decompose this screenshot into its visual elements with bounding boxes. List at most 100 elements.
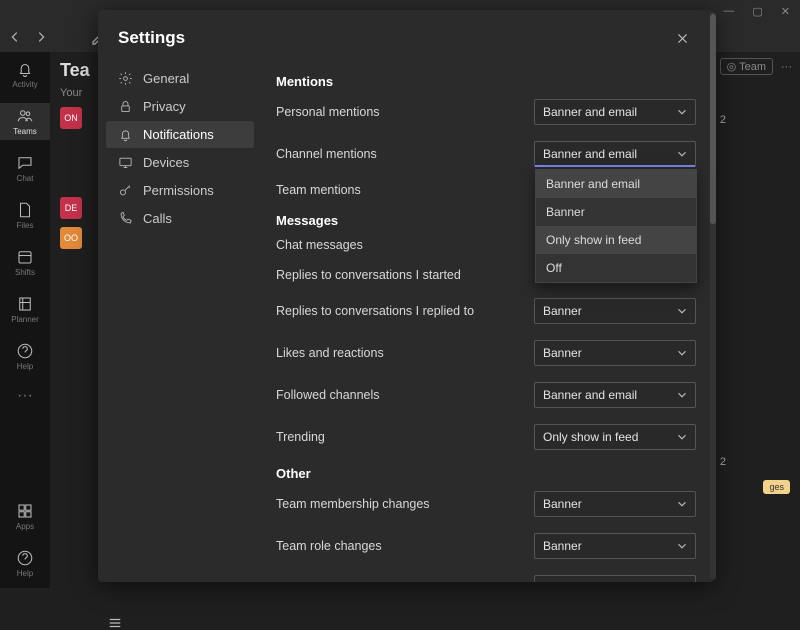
planner-icon xyxy=(16,295,34,313)
setting-label: Personal mentions xyxy=(276,105,380,119)
settings-content: Mentions Personal mentions Banner and em… xyxy=(262,58,714,582)
chevron-down-icon xyxy=(675,105,689,119)
key-icon xyxy=(118,183,133,198)
files-icon xyxy=(16,201,34,219)
category-label: Devices xyxy=(143,155,189,170)
rail-label: Shifts xyxy=(15,268,35,277)
rail-teams[interactable]: Teams xyxy=(0,103,50,140)
category-notifications[interactable]: Notifications xyxy=(106,121,254,148)
section-heading-other: Other xyxy=(276,466,696,481)
category-permissions[interactable]: Permissions xyxy=(106,177,254,204)
select-personal-mentions[interactable]: Banner and email xyxy=(534,99,696,125)
dialog-scrollbar[interactable] xyxy=(710,12,716,580)
category-devices[interactable]: Devices xyxy=(106,149,254,176)
help-icon xyxy=(16,342,34,360)
rail-more[interactable]: ··· xyxy=(17,387,33,405)
select-membership[interactable]: Banner xyxy=(534,491,696,517)
setting-label: Replies to conversations I replied to xyxy=(276,304,474,318)
setting-label: Trending xyxy=(276,430,325,444)
category-calls[interactable]: Calls xyxy=(106,205,254,232)
rail-label: Activity xyxy=(12,80,37,89)
nav-forward-icon[interactable] xyxy=(34,30,48,44)
category-general[interactable]: General xyxy=(106,65,254,92)
category-label: Permissions xyxy=(143,183,214,198)
rail-label: Files xyxy=(17,221,34,230)
dialog-header: Settings xyxy=(98,10,714,58)
apps-icon xyxy=(16,502,34,520)
select-value: Banner xyxy=(543,304,582,318)
setting-label: Followed channels xyxy=(276,388,380,402)
team-chip[interactable]: DE xyxy=(60,197,82,219)
setting-label: Team membership changes xyxy=(276,497,430,511)
app-left-rail: Activity Teams Chat Files Shifts Planner… xyxy=(0,52,50,588)
category-label: Notifications xyxy=(143,127,214,142)
lock-icon xyxy=(118,99,133,114)
section-heading-mentions: Mentions xyxy=(276,74,696,89)
chevron-down-icon xyxy=(675,539,689,553)
rail-apps[interactable]: Apps xyxy=(0,498,50,535)
select-sounds[interactable]: Call, mention and chat xyxy=(534,575,696,582)
monitor-icon xyxy=(118,155,133,170)
more-icon[interactable]: ··· xyxy=(781,61,792,73)
bell-icon xyxy=(16,60,34,78)
select-value: Banner xyxy=(543,346,582,360)
dropdown-option[interactable]: Banner xyxy=(536,198,696,226)
chevron-down-icon xyxy=(675,147,689,161)
team-chip[interactable]: OO xyxy=(60,227,82,249)
rail-planner[interactable]: Planner xyxy=(0,291,50,328)
setting-label: Team role changes xyxy=(276,539,382,553)
setting-label: Team mentions xyxy=(276,183,361,197)
dropdown-channel-mentions: Banner and email Banner Only show in fee… xyxy=(535,169,697,283)
close-button[interactable] xyxy=(670,26,694,50)
category-label: General xyxy=(143,71,189,86)
hamburger-icon[interactable] xyxy=(108,616,122,630)
close-icon xyxy=(676,32,689,45)
count-badge: 2 xyxy=(720,456,726,468)
rail-activity[interactable]: Activity xyxy=(0,56,50,93)
dropdown-option[interactable]: Banner and email xyxy=(536,170,696,198)
chevron-down-icon xyxy=(675,346,689,360)
rail-help[interactable]: Help xyxy=(0,545,50,582)
shifts-icon xyxy=(16,248,34,266)
window-minimize[interactable]: — xyxy=(723,5,734,17)
settings-categories: General Privacy Notifications Devices Pe… xyxy=(98,58,262,582)
team-pill[interactable]: ◎ Team xyxy=(720,58,773,75)
phone-icon xyxy=(118,211,133,226)
select-value: Banner and email xyxy=(543,147,637,161)
rail-files[interactable]: Files xyxy=(0,197,50,234)
select-replies-replied[interactable]: Banner xyxy=(534,298,696,324)
rail-shifts[interactable]: Shifts xyxy=(0,244,50,281)
window-close[interactable]: ✕ xyxy=(781,5,790,18)
select-value: Banner and email xyxy=(543,105,637,119)
chevron-down-icon xyxy=(675,581,689,582)
setting-label: Channel mentions xyxy=(276,147,377,161)
setting-row-personal-mentions: Personal mentions Banner and email xyxy=(276,99,696,125)
select-role[interactable]: Banner xyxy=(534,533,696,559)
rail-label: Planner xyxy=(11,315,39,324)
nav-back-icon[interactable] xyxy=(8,30,22,44)
rail-label: Teams xyxy=(13,127,37,136)
select-trending[interactable]: Only show in feed xyxy=(534,424,696,450)
select-followed[interactable]: Banner and email xyxy=(534,382,696,408)
select-value: Banner xyxy=(543,539,582,553)
help-icon xyxy=(16,549,34,567)
setting-label: Notification sounds xyxy=(276,581,382,582)
rail-help-mid[interactable]: Help xyxy=(0,338,50,375)
select-channel-mentions[interactable]: Banner and email Banner and email Banner… xyxy=(534,141,696,167)
people-icon xyxy=(16,107,34,125)
rail-chat[interactable]: Chat xyxy=(0,150,50,187)
header-right: ◎ Team ··· xyxy=(720,58,792,75)
category-label: Calls xyxy=(143,211,172,226)
select-likes[interactable]: Banner xyxy=(534,340,696,366)
dropdown-option[interactable]: Off xyxy=(536,254,696,282)
chevron-down-icon xyxy=(675,497,689,511)
setting-row-replies-replied: Replies to conversations I replied to Ba… xyxy=(276,298,696,324)
rail-label: Apps xyxy=(16,522,34,531)
count-badge: 2 xyxy=(720,114,726,126)
window-maximize[interactable]: ▢ xyxy=(752,5,762,18)
category-privacy[interactable]: Privacy xyxy=(106,93,254,120)
setting-row-channel-mentions: Channel mentions Banner and email Banner… xyxy=(276,141,696,167)
hint-badge: ges xyxy=(763,480,790,494)
dropdown-option[interactable]: Only show in feed xyxy=(536,226,696,254)
team-chip[interactable]: ON xyxy=(60,107,82,129)
